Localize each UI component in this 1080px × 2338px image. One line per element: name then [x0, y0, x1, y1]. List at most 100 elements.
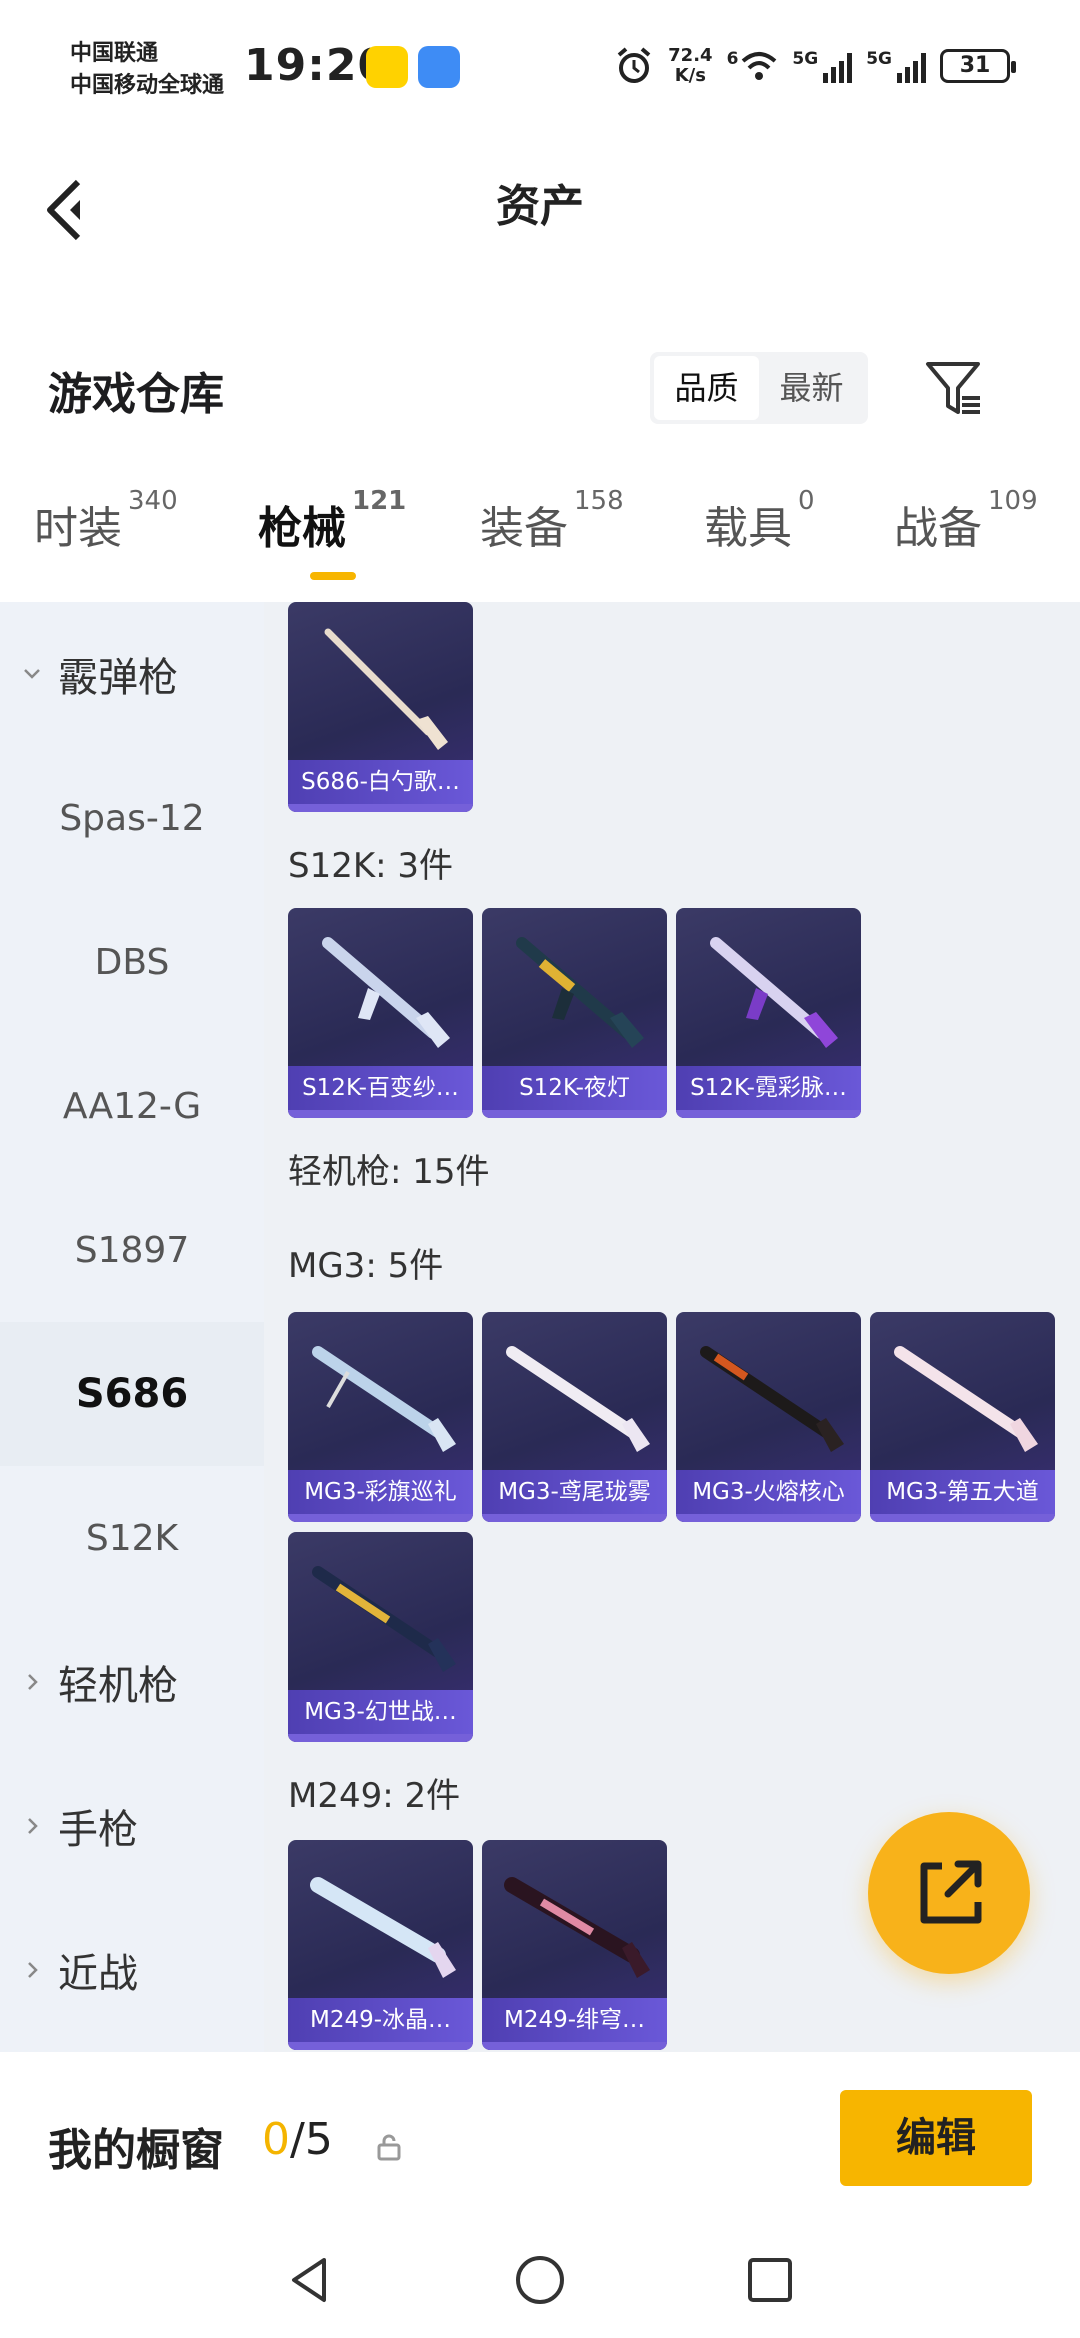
wifi-indicator: 6 — [727, 49, 779, 83]
signal-1-label: 5G — [792, 49, 819, 69]
sidebar-item-dbs[interactable]: DBS — [0, 890, 264, 1034]
sidebar-item-s12k[interactable]: S12K — [0, 1466, 264, 1610]
nav-recents-icon[interactable] — [740, 2250, 800, 2310]
showcase-count: 0/5 — [262, 2114, 333, 2165]
weapon-name: S12K-夜灯 — [482, 1066, 667, 1110]
rifle-image — [322, 937, 450, 1048]
section-header-lmg: 轻机枪: 15件 — [288, 1152, 490, 1192]
sidebar-item-label: S12K — [85, 1517, 179, 1559]
wifi-badge: 6 — [726, 49, 739, 69]
nav-back-icon[interactable] — [280, 2250, 340, 2310]
sidebar-item-label: DBS — [94, 941, 170, 983]
section-header-mg3: MG3: 5件 — [288, 1246, 444, 1286]
network-speed-unit: K/s — [674, 65, 706, 86]
tab-count: 0 — [798, 486, 815, 516]
tab-label: 战备 — [894, 503, 982, 554]
showcase-bar: 我的橱窗 0/5 编辑 — [0, 2058, 1080, 2228]
chevron-down-icon — [24, 669, 40, 679]
showcase-title: 我的橱窗 — [48, 2125, 224, 2176]
sidebar-item-melee[interactable]: 近战 — [0, 1898, 264, 2042]
battery-icon: 31 — [940, 49, 1016, 83]
tab-vehicles[interactable]: 载具0 — [704, 486, 815, 556]
weapon-name: MG3-火熔核心 — [676, 1470, 861, 1514]
tab-guns[interactable]: 枪械121 — [258, 486, 406, 556]
sidebar-item-label: Spas-12 — [59, 797, 205, 839]
notification-app-icon — [366, 46, 408, 88]
machine-gun-image — [310, 1877, 456, 1978]
machine-gun-image — [312, 1346, 456, 1452]
sidebar-item-label: AA12-G — [62, 1085, 202, 1127]
weapon-name: MG3-鸢尾珑雾 — [482, 1470, 667, 1514]
tab-count: 109 — [988, 486, 1038, 516]
weapon-card[interactable]: MG3-火熔核心 — [676, 1312, 861, 1522]
sidebar-item-s1897[interactable]: S1897 — [0, 1178, 264, 1322]
weapon-card[interactable]: MG3-彩旗巡礼 — [288, 1312, 473, 1522]
battery-level: 31 — [959, 53, 991, 78]
tab-equipment[interactable]: 装备158 — [480, 486, 624, 556]
weapon-name: S12K-百变纱… — [288, 1066, 473, 1110]
weapon-name: M249-绯穹… — [482, 1998, 667, 2042]
tab-count: 121 — [352, 486, 407, 516]
sidebar-item-s686[interactable]: S686 — [0, 1322, 264, 1466]
lock-icon — [377, 2134, 401, 2161]
rifle-image — [710, 937, 838, 1048]
weapon-name: MG3-第五大道 — [870, 1470, 1055, 1514]
sidebar-item-label: 霰弹枪 — [58, 655, 178, 701]
carrier-1: 中国联通 — [70, 41, 159, 66]
sidebar-item-shotgun[interactable]: 霰弹枪 — [0, 602, 264, 746]
weapon-name: S686-白勺歌… — [288, 760, 473, 804]
machine-gun-image — [700, 1346, 844, 1452]
weapon-card[interactable]: M249-冰晶… — [288, 1840, 473, 2050]
tab-supplies[interactable]: 战备109 — [894, 486, 1038, 556]
nav-home-icon[interactable] — [510, 2250, 570, 2310]
filter-button[interactable] — [920, 352, 990, 424]
rifle-image — [516, 937, 644, 1048]
sidebar-item-label: S686 — [75, 1371, 189, 1417]
tab-count: 340 — [128, 486, 178, 516]
weapon-card[interactable]: M249-绯穹… — [482, 1840, 667, 2050]
tab-fashion[interactable]: 时装340 — [34, 486, 178, 556]
share-external-icon — [920, 1860, 982, 1924]
weapon-name: MG3-幻世战… — [288, 1690, 473, 1734]
message-app-icon — [418, 46, 460, 88]
chevron-right-icon — [28, 1674, 38, 1690]
share-button[interactable] — [868, 1812, 1030, 1974]
weapon-name: S12K-霓彩脉… — [676, 1066, 861, 1110]
tab-label: 载具 — [704, 503, 792, 554]
machine-gun-image — [894, 1346, 1038, 1452]
edit-button[interactable]: 编辑 — [840, 2090, 1032, 2186]
weapon-name: MG3-彩旗巡礼 — [288, 1470, 473, 1514]
machine-gun-image — [506, 1346, 650, 1452]
alarm-icon — [617, 47, 651, 83]
weapon-card[interactable]: S12K-百变纱… — [288, 908, 473, 1118]
sidebar-item-label: S1897 — [74, 1229, 190, 1271]
sidebar-item-label: 近战 — [58, 1951, 138, 1997]
sidebar-item-lmg[interactable]: 轻机枪 — [0, 1610, 264, 1754]
status-indicators: 72.4 K/s 6 5G 5G 31 — [614, 45, 1016, 86]
tab-count: 158 — [574, 486, 624, 516]
machine-gun-image — [504, 1877, 650, 1978]
carrier-info: 中国联通 中国移动全球通 — [70, 38, 224, 102]
tab-label: 枪械 — [258, 503, 346, 554]
status-bar: 中国联通 中国移动全球通 19:20 72.4 K/s 6 5G 5G 31 — [0, 0, 1080, 130]
warehouse-bar: 游戏仓库 品质 最新 — [0, 330, 1080, 450]
sidebar-item-pistol[interactable]: 手枪 — [0, 1754, 264, 1898]
weapon-card[interactable]: MG3-幻世战… — [288, 1532, 473, 1742]
weapon-card[interactable]: S686-白勺歌… — [288, 602, 473, 812]
signal-1-icon: 5G — [792, 49, 853, 83]
weapon-card[interactable]: S12K-霓彩脉… — [676, 908, 861, 1118]
weapon-card[interactable]: S12K-夜灯 — [482, 908, 667, 1118]
tab-label: 时装 — [34, 503, 122, 554]
section-header-m249: M249: 2件 — [288, 1776, 461, 1816]
sidebar-item-label: 手枪 — [58, 1807, 138, 1853]
showcase-current: 0 — [262, 2114, 290, 2165]
weapon-card[interactable]: MG3-鸢尾珑雾 — [482, 1312, 667, 1522]
sort-quality-button[interactable]: 品质 — [654, 356, 759, 420]
sidebar-item-spas12[interactable]: Spas-12 — [0, 746, 264, 890]
sort-newest-button[interactable]: 最新 — [759, 356, 864, 420]
network-speed-value: 72.4 — [668, 45, 713, 66]
sidebar-item-label: 轻机枪 — [58, 1663, 178, 1709]
sidebar-item-aa12g[interactable]: AA12-G — [0, 1034, 264, 1178]
weapon-card[interactable]: MG3-第五大道 — [870, 1312, 1055, 1522]
tab-label: 装备 — [480, 503, 568, 554]
